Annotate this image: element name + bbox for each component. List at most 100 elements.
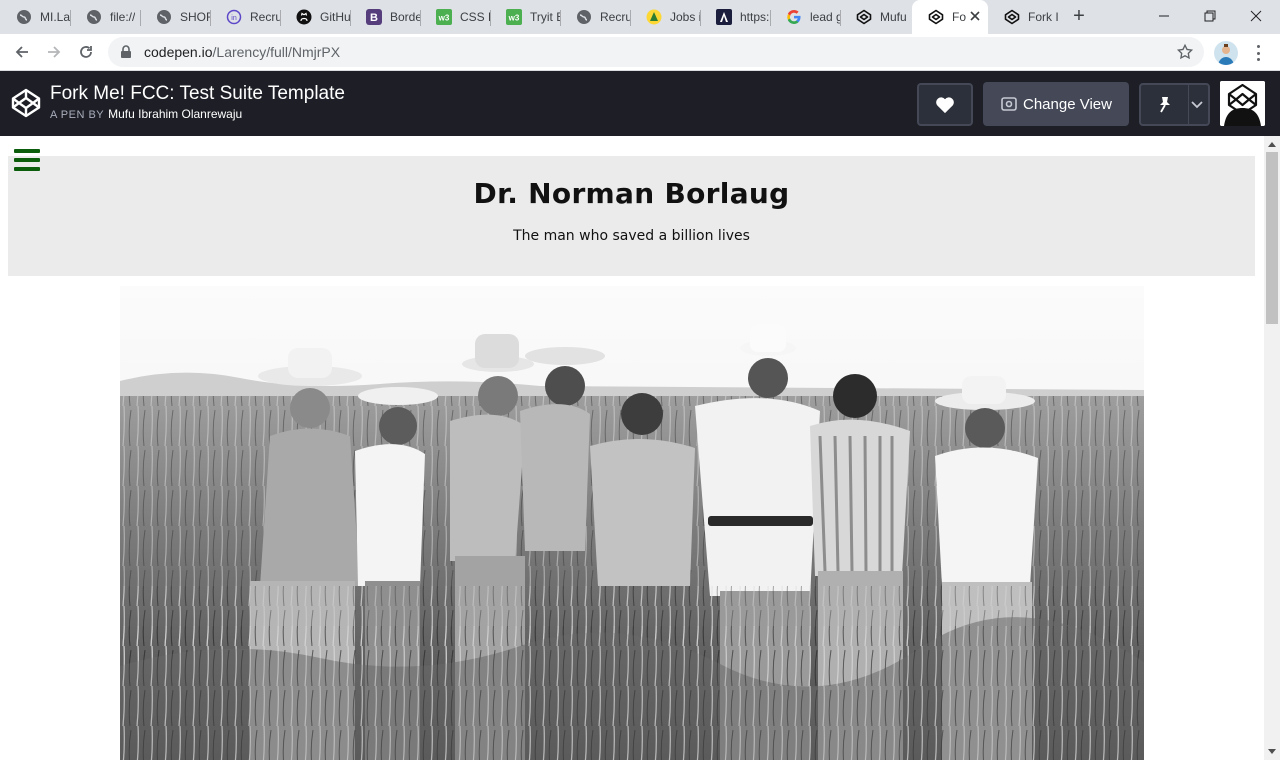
browser-tab[interactable]: w3 CSS F: [420, 0, 490, 34]
tab-title: Jobs i: [670, 10, 700, 24]
browser-tab[interactable]: lead g: [770, 0, 840, 34]
codepen-header: Fork Me! FCC: Test Suite Template A PEN …: [0, 71, 1280, 136]
angular-icon: [716, 9, 732, 25]
forward-button[interactable]: [40, 38, 68, 66]
close-window-button[interactable]: [1233, 0, 1279, 32]
byline-prefix: A PEN BY: [50, 109, 105, 121]
codepen-logo-icon[interactable]: [10, 87, 42, 119]
jobs-icon: [646, 9, 662, 25]
heart-icon: [936, 96, 954, 113]
browser-tab[interactable]: in Recru: [210, 0, 280, 34]
browser-tab[interactable]: MI.La: [0, 0, 70, 34]
tab-title: lead g: [810, 10, 840, 24]
pin-button-group: [1139, 83, 1210, 126]
pen-preview: Dr. Norman Borlaug The man who saved a b…: [0, 136, 1264, 760]
chevron-down-icon: [1191, 100, 1203, 108]
change-view-label: Change View: [1023, 95, 1112, 113]
browser-tab[interactable]: B Borde: [350, 0, 420, 34]
browser-tab[interactable]: Mufu: [840, 0, 910, 34]
google-icon: [786, 9, 802, 25]
tab-strip: MI.La file:// SHOF in Recru GitHu B Borde w3 CSS …: [0, 0, 1280, 34]
browser-tab[interactable]: Fo: [912, 0, 988, 34]
arrow-right-icon: [48, 46, 61, 58]
svg-text:B: B: [370, 12, 378, 24]
new-tab-button[interactable]: +: [1068, 6, 1090, 28]
address-bar[interactable]: codepen.io/Larency/full/NmjrPX: [108, 37, 1204, 67]
tab-title: CSS F: [460, 10, 490, 24]
title-section: Dr. Norman Borlaug The man who saved a b…: [8, 156, 1255, 276]
vertical-scrollbar[interactable]: [1264, 136, 1280, 760]
bookmark-star-icon[interactable]: [1176, 43, 1194, 61]
globe-icon: [576, 9, 592, 25]
hero-image: [120, 286, 1144, 760]
close-tab-icon[interactable]: [970, 8, 980, 26]
scroll-down-arrow-icon[interactable]: [1268, 749, 1276, 754]
reload-icon: [80, 46, 92, 58]
codepen-icon: [1004, 9, 1020, 25]
tab-title: Recru: [250, 10, 280, 24]
profile-avatar[interactable]: [1214, 41, 1238, 65]
change-view-button[interactable]: Change View: [983, 82, 1129, 126]
author-link[interactable]: Mufu Ibrahim Olanrewaju: [108, 107, 242, 121]
globe-icon: [16, 9, 32, 25]
url-text: codepen.io/Larency/full/NmjrPX: [144, 44, 340, 60]
scrollbar-thumb[interactable]: [1266, 152, 1278, 324]
reload-button[interactable]: [72, 38, 100, 66]
minimize-icon: [1159, 15, 1169, 17]
browser-tab[interactable]: https:: [700, 0, 770, 34]
w3-icon: w3: [506, 9, 522, 25]
tab-title: Tryit E: [530, 10, 560, 24]
github-icon: [296, 9, 312, 25]
close-icon: [1250, 10, 1262, 22]
recruit-icon: in: [226, 9, 242, 25]
scroll-up-arrow-icon[interactable]: [1268, 142, 1276, 147]
arrow-left-icon: [15, 46, 28, 58]
page-title: Dr. Norman Borlaug: [473, 177, 790, 210]
tab-title: file://: [110, 10, 136, 24]
bootstrap-icon: B: [366, 9, 382, 25]
restore-icon: [1204, 10, 1216, 22]
restore-button[interactable]: [1187, 0, 1233, 32]
tab-title: MI.La: [40, 10, 70, 24]
pen-byline: A PEN BY Mufu Ibrahim Olanrewaju: [50, 107, 242, 121]
url-path: /Larency/full/NmjrPX: [212, 44, 341, 60]
pin-dropdown-button[interactable]: [1186, 85, 1208, 124]
tab-title: Mufu: [880, 10, 907, 24]
love-button[interactable]: [917, 83, 973, 126]
globe-icon: [156, 9, 172, 25]
w3-icon: w3: [436, 9, 452, 25]
pin-icon: [1159, 96, 1170, 112]
minimize-button[interactable]: [1141, 0, 1187, 32]
svg-text:in: in: [231, 15, 237, 22]
browser-tab[interactable]: file://: [70, 0, 140, 34]
tab-title: SHOF: [180, 10, 210, 24]
pin-button[interactable]: [1141, 85, 1189, 124]
codepen-icon: [856, 9, 872, 25]
browser-tab[interactable]: Fork I: [988, 0, 1058, 34]
url-domain: codepen.io: [144, 44, 213, 60]
tab-title: GitHu: [320, 10, 350, 24]
pen-title: Fork Me! FCC: Test Suite Template: [50, 83, 345, 104]
back-button[interactable]: [8, 38, 36, 66]
browser-tab[interactable]: SHOF: [140, 0, 210, 34]
browser-tab[interactable]: Recru: [560, 0, 630, 34]
codepen-icon: [928, 9, 944, 25]
hamburger-menu-icon[interactable]: [14, 149, 40, 171]
browser-tab[interactable]: GitHu: [280, 0, 350, 34]
browser-toolbar: codepen.io/Larency/full/NmjrPX: [0, 34, 1280, 71]
lock-icon: [120, 45, 134, 59]
tab-title: Borde: [390, 10, 420, 24]
tab-title: Recru: [600, 10, 630, 24]
tab-title: Fo: [952, 10, 967, 24]
tab-title: Fork I: [1028, 10, 1058, 24]
svg-text:w3: w3: [438, 14, 450, 23]
svg-text:w3: w3: [508, 14, 520, 23]
globe-icon: [86, 9, 102, 25]
tab-title: https:: [740, 10, 770, 24]
user-avatar[interactable]: [1220, 81, 1265, 126]
browser-tab[interactable]: Jobs i: [630, 0, 700, 34]
browser-menu-button[interactable]: [1250, 43, 1266, 63]
page-subtitle: The man who saved a billion lives: [513, 228, 750, 244]
browser-tab[interactable]: w3 Tryit E: [490, 0, 560, 34]
view-icon: [1001, 97, 1017, 111]
